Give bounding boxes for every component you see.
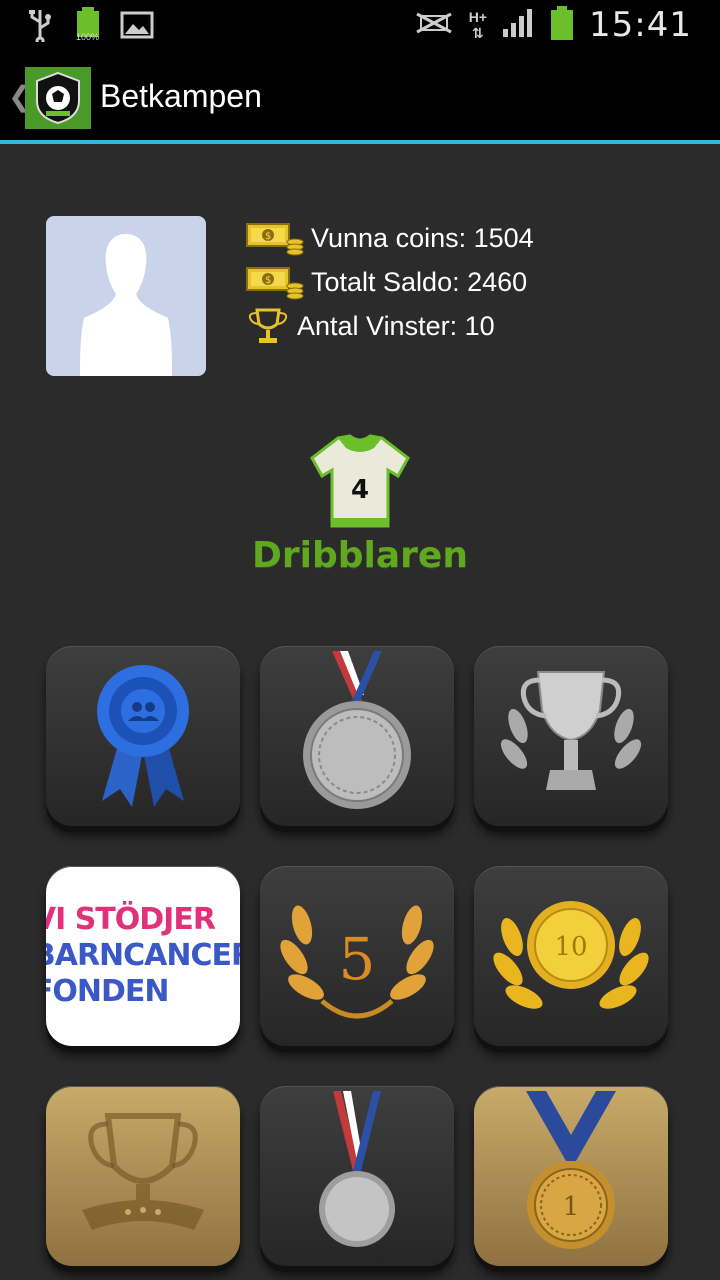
network-type-icon: H+ ⇅ (469, 9, 487, 41)
avatar[interactable] (46, 216, 206, 376)
data-transfer-arrows-icon: ⇅ (472, 25, 484, 41)
mute-icon (413, 8, 455, 43)
svg-text:$: $ (265, 231, 271, 242)
silver-trophy-icon (500, 671, 642, 790)
charity-line: FONDEN (46, 974, 169, 1009)
laurel-number: 5 (339, 925, 376, 993)
rank-title: Dribblaren (252, 535, 468, 576)
badge-gold-trophy-emblem[interactable] (46, 1086, 240, 1280)
charity-logo: VI STÖDJER BARNCANCER FONDEN (46, 902, 240, 1010)
jersey-number: 4 (351, 475, 369, 505)
status-bar: 100% H+ ⇅ 15:41 (0, 0, 720, 50)
profile-stats: $ Vunna coins: 1504 $ Totalt Saldo: 2460… (245, 216, 534, 348)
gold-medal-1-number: 1 (563, 1192, 580, 1222)
usb-icon (26, 0, 54, 50)
badge-silver-medal-ribbon[interactable] (260, 1086, 454, 1280)
stat-won-coins: $ Vunna coins: 1504 (245, 216, 534, 260)
stat-label: Vunna coins: 1504 (311, 222, 534, 253)
badge-gold-10[interactable]: 10 (474, 866, 668, 1064)
coins-icon: $ (245, 218, 305, 258)
badge-silver-trophy[interactable] (474, 646, 668, 844)
jersey-icon: 4 (308, 432, 412, 532)
badge-gold-medal-1[interactable]: 1 (474, 1086, 668, 1280)
image-notification-icon (120, 0, 154, 50)
gold-trophy-emblem-icon (82, 1113, 204, 1230)
stat-wins: Antal Vinster: 10 (245, 304, 534, 348)
silver-medal-ribbon-icon (319, 1091, 395, 1247)
gold-medal-number: 10 (554, 932, 587, 962)
trophy-icon (245, 306, 291, 346)
network-type-label: H+ (468, 9, 488, 25)
silver-medal-icon (303, 651, 411, 809)
badge-laurel-5[interactable]: 5 (260, 866, 454, 1064)
coins-icon: $ (245, 262, 305, 302)
badge-friends-ribbon[interactable] (46, 646, 240, 844)
badge-charity[interactable]: VI STÖDJER BARNCANCER FONDEN (46, 866, 240, 1064)
stat-label: Antal Vinster: 10 (297, 310, 495, 341)
laurel-wreath-icon: 5 (280, 905, 434, 1019)
charity-line: BARNCANCER (46, 938, 240, 973)
signal-icon (501, 7, 535, 44)
stat-label: Totalt Saldo: 2460 (311, 266, 528, 297)
clock: 15:41 (589, 5, 692, 45)
badge-silver-medal[interactable] (260, 646, 454, 844)
svg-text:$: $ (265, 275, 271, 286)
battery-icon (549, 4, 575, 47)
battery-percent-label: 100% (76, 32, 100, 42)
blue-ribbon-icon (97, 665, 189, 807)
charity-line: VI STÖDJER (46, 902, 216, 937)
stat-total-balance: $ Totalt Saldo: 2460 (245, 260, 534, 304)
action-bar: ❮ Betkampen (0, 50, 720, 144)
battery-full-icon (74, 0, 102, 50)
gold-medal-laurel-icon: 10 (493, 901, 649, 1009)
app-title: Betkampen (100, 78, 262, 114)
gold-medal-icon: 1 (526, 1091, 616, 1249)
app-logo-icon[interactable] (25, 67, 91, 129)
